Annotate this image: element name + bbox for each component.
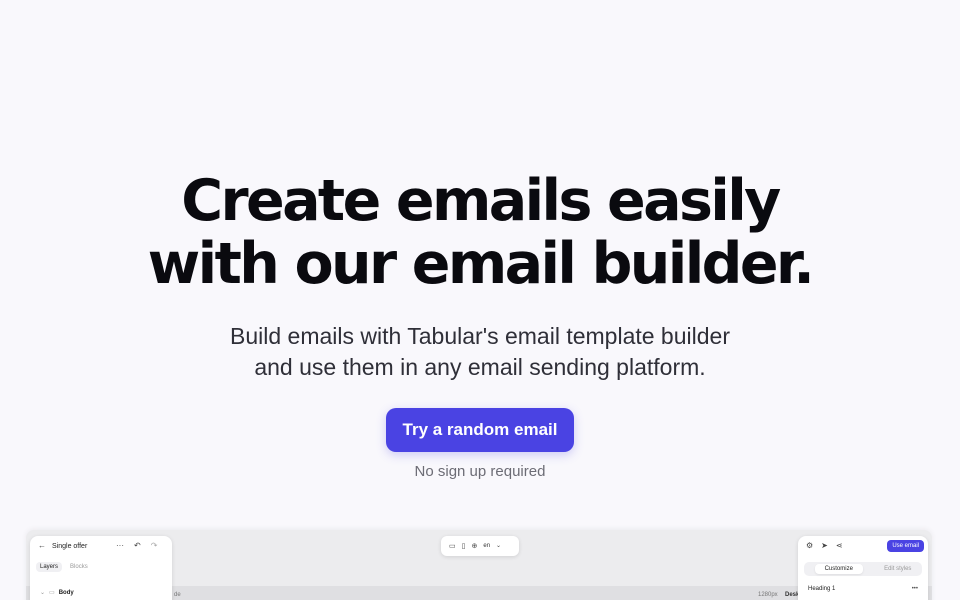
language-select[interactable]: en [483,543,490,549]
redo-icon[interactable]: ↷ [151,542,158,550]
more-options-icon[interactable]: ••• [912,586,918,592]
gear-icon[interactable]: ⚙ [806,542,813,550]
hero-subheading: Build emails with Tabular's email templa… [0,321,960,383]
layers-panel: ← Single offer ··· ↶ ↷ Layers Blocks ⌄ ▭… [30,536,172,600]
tab-customize[interactable]: Customize [814,564,863,574]
tab-edit-styles[interactable]: Edit styles [884,566,911,572]
undo-icon[interactable]: ↶ [134,542,141,550]
email-editor-preview: de 1280px Desk ← Single offer ··· ↶ ↷ La… [26,530,932,600]
panel-tabs: Customize Edit styles [804,562,922,576]
heading-select[interactable]: Heading 1 [808,586,835,592]
device-toolbar: ▭ ▯ ⊕ en ⌄ [441,536,519,556]
headline-line-2: with our email builder. [147,231,815,297]
tab-layers[interactable]: Layers [36,562,63,572]
layer-icon: ▭ [49,590,55,596]
globe-icon[interactable]: ⊕ [471,543,477,550]
try-random-email-button[interactable]: Try a random email [386,408,574,452]
canvas-left-label: de [174,592,181,598]
more-horizontal-icon[interactable]: ··· [116,542,124,550]
canvas-width-label: 1280px [758,592,778,598]
subhead-line-2: and use them in any email sending platfo… [254,354,706,380]
settings-panel: ⚙ ➤ ⋖ Use email Customize Edit styles He… [798,536,928,600]
subhead-line-1: Build emails with Tabular's email templa… [230,323,730,349]
monitor-icon[interactable]: ▭ [449,543,456,550]
arrow-left-icon[interactable]: ← [38,542,46,550]
headline-line-1: Create emails easily [181,168,781,234]
use-email-button[interactable]: Use email [887,540,924,552]
hero-headline: Create emails easily with our email buil… [0,170,960,296]
layer-item-body[interactable]: Body [59,590,74,596]
tab-blocks[interactable]: Blocks [66,562,92,572]
smartphone-icon[interactable]: ▯ [462,543,466,550]
email-title: Single offer [52,542,88,550]
send-icon[interactable]: ➤ [821,542,828,550]
share-icon[interactable]: ⋖ [836,542,843,550]
chevron-down-icon[interactable]: ⌄ [496,543,501,549]
no-signup-note: No sign up required [414,463,546,480]
chevron-down-icon[interactable]: ⌄ [40,590,45,596]
